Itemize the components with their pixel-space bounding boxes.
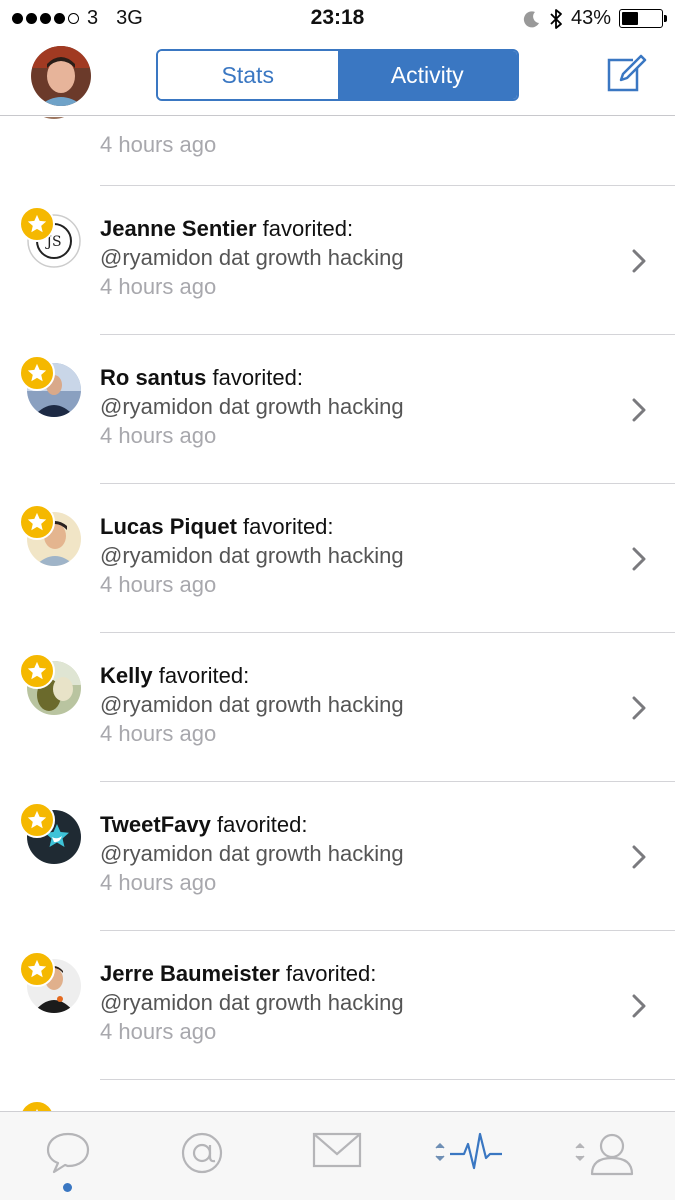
tweet-text: @ryamidon dat growth hacking: [100, 841, 404, 866]
list-item[interactable]: Jerre Baumeister favorited: @ryamidon da…: [0, 931, 675, 1080]
star-icon: [19, 951, 55, 987]
tab-activity[interactable]: [428, 1130, 508, 1186]
activity-segment[interactable]: Activity: [337, 51, 517, 99]
user-name[interactable]: TweetFavy: [100, 812, 211, 837]
chevron-right-icon: [632, 845, 646, 869]
list-item[interactable]: Lucas Piquet favorited: @ryamidon dat gr…: [0, 484, 675, 633]
chevron-right-icon: [632, 398, 646, 422]
tweet-text: @ryamidon dat growth hacking: [100, 543, 404, 568]
tab-timeline[interactable]: [28, 1130, 108, 1186]
star-icon: [19, 504, 55, 540]
activity-time: 4 hours ago: [100, 423, 217, 448]
tweet-text: @ryamidon dat growth hacking: [100, 990, 404, 1015]
profile-icon: [575, 1133, 634, 1176]
messages-icon: [312, 1132, 362, 1168]
user-name[interactable]: Jerre Baumeister: [100, 961, 280, 986]
action-label: favorited:: [256, 216, 354, 241]
activity-time: 4 hours ago: [100, 572, 217, 597]
star-icon: [19, 355, 55, 391]
star-icon: [19, 802, 55, 838]
activity-list[interactable]: 4 hours ago JS Jeanne Sentier favorited:…: [0, 117, 675, 1111]
tab-profile[interactable]: [566, 1130, 646, 1186]
action-label: favorited:: [236, 514, 334, 539]
chevron-right-icon: [632, 994, 646, 1018]
nav-bar: Stats Activity: [0, 38, 675, 116]
activity-time: 4 hours ago: [100, 721, 217, 746]
tweet-text: @ryamidon dat growth hacking: [100, 692, 404, 717]
list-item[interactable]: Kelly favorited: @ryamidon dat growth ha…: [0, 633, 675, 782]
list-item[interactable]: JS Jeanne Sentier favorited: @ryamidon d…: [0, 186, 675, 335]
list-item[interactable]: Ro santus favorited: @ryamidon dat growt…: [0, 335, 675, 484]
battery-icon: [619, 9, 667, 28]
active-tab-indicator: [63, 1183, 72, 1192]
activity-time: 4 hours ago: [100, 870, 217, 895]
stats-segment[interactable]: Stats: [158, 51, 338, 99]
tab-mentions[interactable]: [162, 1130, 242, 1186]
star-icon: [19, 1100, 55, 1111]
mentions-icon: [181, 1132, 223, 1174]
list-item[interactable]: 4 hours ago: [0, 117, 675, 186]
star-icon: [19, 653, 55, 689]
tab-messages[interactable]: [297, 1130, 377, 1186]
profile-avatar[interactable]: [31, 46, 91, 106]
user-name[interactable]: Ro santus: [100, 365, 206, 390]
user-name[interactable]: Kelly: [100, 663, 153, 688]
activity-time: 4 hours ago: [100, 132, 217, 157]
chevron-right-icon: [632, 547, 646, 571]
tweet-text: @ryamidon dat growth hacking: [100, 245, 404, 270]
activity-time: 4 hours ago: [100, 1019, 217, 1044]
action-label: favorited:: [210, 812, 308, 837]
action-label: favorited:: [152, 663, 250, 688]
battery-percent: 43%: [570, 7, 611, 29]
timeline-icon: [46, 1132, 90, 1174]
star-icon: [19, 206, 55, 242]
chevron-right-icon: [632, 249, 646, 273]
list-item[interactable]: TweetFavy favorited: @ryamidon dat growt…: [0, 782, 675, 931]
compose-icon[interactable]: [603, 52, 647, 96]
status-bar: 3 3G 23:18 43%: [0, 0, 675, 38]
list-item[interactable]: [0, 1080, 675, 1111]
action-label: favorited:: [279, 961, 377, 986]
activity-time: 4 hours ago: [100, 274, 217, 299]
tab-bar: [0, 1111, 675, 1200]
activity-icon: [435, 1132, 502, 1170]
moon-icon: [523, 10, 539, 27]
chevron-right-icon: [632, 696, 646, 720]
user-name[interactable]: Jeanne Sentier: [100, 216, 257, 241]
tweet-text: @ryamidon dat growth hacking: [100, 394, 404, 419]
user-name[interactable]: Lucas Piquet: [100, 514, 237, 539]
stats-activity-switch[interactable]: Stats Activity: [156, 49, 519, 101]
action-label: favorited:: [206, 365, 303, 390]
status-right: 43%: [523, 7, 667, 30]
bluetooth-icon: [550, 8, 562, 29]
